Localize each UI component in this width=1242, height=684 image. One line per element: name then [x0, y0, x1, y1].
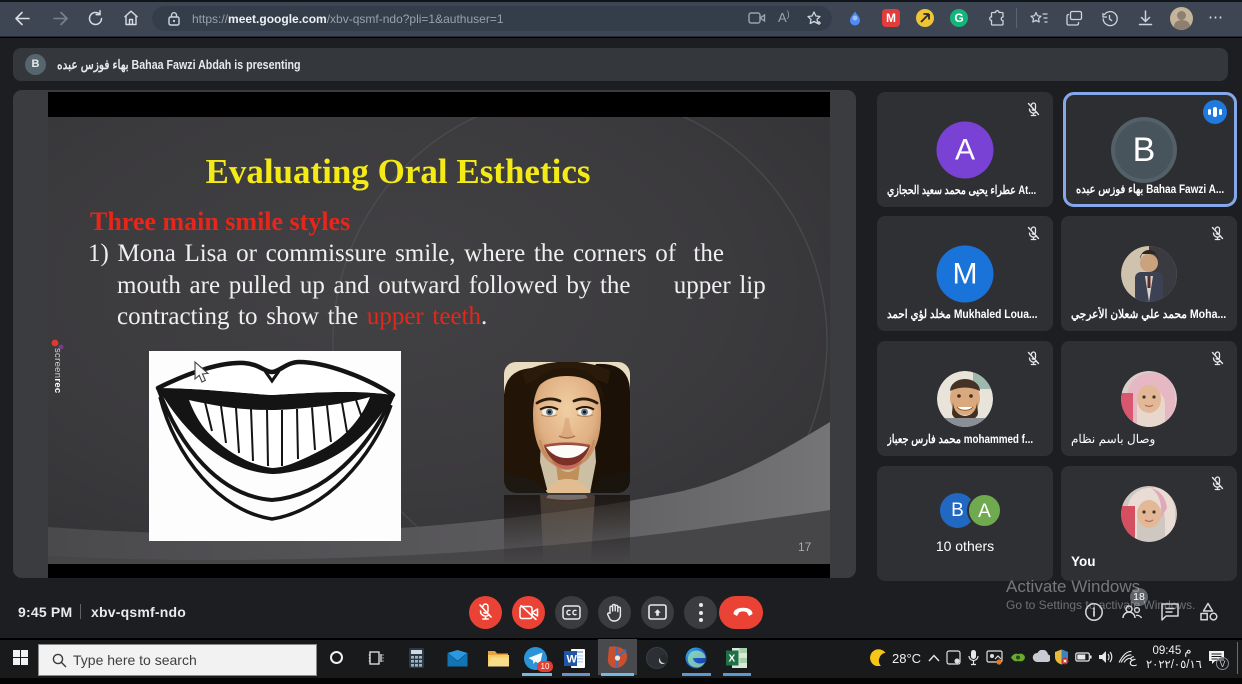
svg-text:W: W [567, 654, 578, 666]
svg-text:X: X [729, 654, 736, 665]
